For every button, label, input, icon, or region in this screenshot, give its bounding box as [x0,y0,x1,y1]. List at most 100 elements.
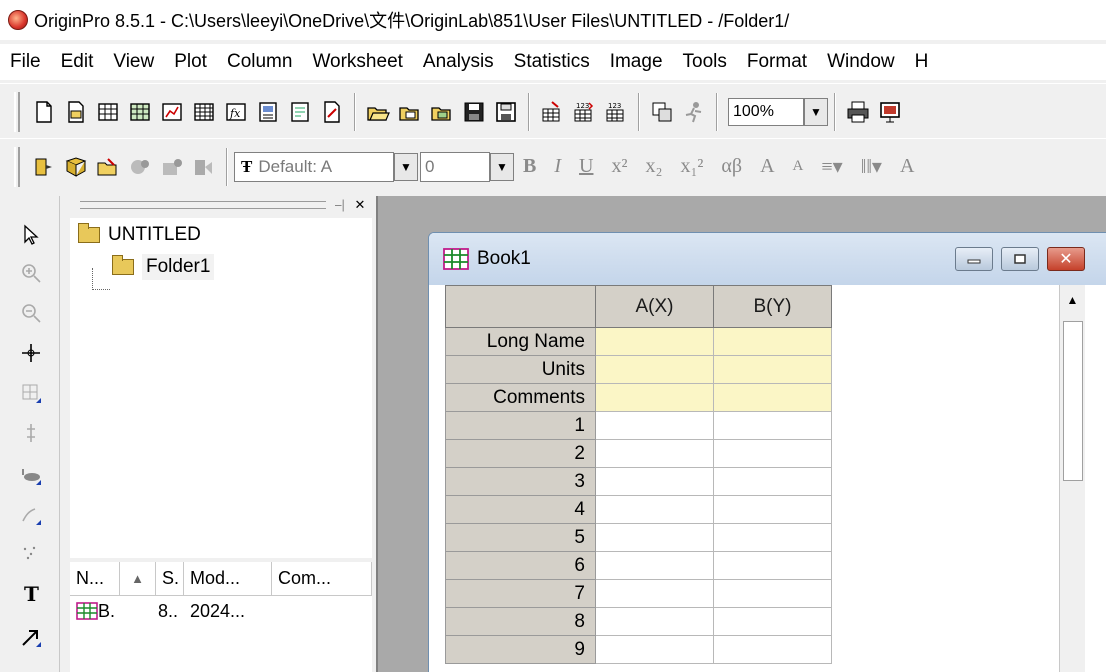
new-project-icon[interactable] [30,98,58,126]
row-header[interactable]: 7 [445,579,596,608]
slideshow-icon[interactable] [876,98,904,126]
menu-plot[interactable]: Plot [164,44,217,80]
menu-worksheet[interactable]: Worksheet [302,44,412,80]
print-icon[interactable] [844,98,872,126]
explorer-grip[interactable] [80,201,326,209]
font-size-dropdown-icon[interactable]: ▼ [490,152,514,181]
row-header[interactable]: 8 [445,607,596,636]
vertical-scrollbar[interactable]: ▲ [1059,285,1085,672]
open-icon[interactable] [364,98,392,126]
zoom-out-icon[interactable] [14,296,48,330]
cell[interactable] [713,551,832,580]
sort-arrow-icon[interactable]: ▲ [120,562,156,595]
greek-button[interactable]: αβ [721,155,742,178]
cell[interactable] [713,523,832,552]
explorer-close-icon[interactable]: ✕ [352,197,368,213]
close-button[interactable]: ✕ [1047,247,1085,271]
zoom-select[interactable]: 100% [728,97,804,126]
workbook-window[interactable]: Book1 ✕ A(X) B(Y) Long Name Units Commen… [428,232,1106,672]
workbook-title-bar[interactable]: Book1 ✕ [429,233,1106,285]
data-reader-icon[interactable] [14,416,48,450]
cell-a-comments[interactable] [595,383,714,412]
open-excel-icon[interactable] [428,98,456,126]
new-matrix-icon[interactable] [190,98,218,126]
select-all-corner[interactable] [445,285,596,328]
cell-a-long-name[interactable] [595,327,714,356]
pointer-icon[interactable] [14,218,48,252]
menu-help[interactable]: H [905,44,939,80]
menu-image[interactable]: Image [600,44,673,80]
new-folder-icon[interactable] [62,98,90,126]
menu-tools[interactable]: Tools [673,44,737,80]
draw-data-icon[interactable] [14,498,48,532]
cell-a-units[interactable] [595,355,714,384]
column-header-b[interactable]: B(Y) [713,285,832,328]
cell[interactable] [713,495,832,524]
import-multiple-ascii-icon[interactable]: 123 [602,98,630,126]
font-select[interactable]: Ŧ Default: A [234,151,394,182]
cell[interactable] [595,607,714,636]
list-item[interactable]: B. 8.. 2024... [70,596,372,626]
menu-format[interactable]: Format [737,44,817,80]
font-color-icon[interactable]: A [900,155,914,178]
menu-window[interactable]: Window [817,44,905,80]
row-label-long-name[interactable]: Long Name [445,327,596,356]
menu-statistics[interactable]: Statistics [504,44,600,80]
new-layout-icon[interactable] [254,98,282,126]
scroll-up-icon[interactable]: ▲ [1060,285,1085,315]
new-scatter-icon[interactable] [318,98,346,126]
row-header[interactable]: 3 [445,467,596,496]
recalculate-icon[interactable] [680,98,708,126]
open-folder-tools-icon[interactable] [94,153,122,181]
superscript-button[interactable]: x² [611,155,627,178]
cell[interactable] [595,551,714,580]
menu-view[interactable]: View [103,44,164,80]
minimize-button[interactable] [955,247,993,271]
new-function-icon[interactable]: fx [222,98,250,126]
tree-item-folder1[interactable]: Folder1 [112,254,215,280]
underline-button[interactable]: U [579,155,593,178]
save-template-icon[interactable] [492,98,520,126]
new-workbook-icon[interactable] [94,98,122,126]
cell-b-units[interactable] [713,355,832,384]
cell[interactable] [713,467,832,496]
cell-b-long-name[interactable] [713,327,832,356]
column-comments-header[interactable]: Com... [272,562,372,595]
region-mask-icon[interactable] [14,458,48,492]
new-excel-icon[interactable] [126,98,154,126]
toolbar-grip[interactable] [14,91,20,132]
menu-analysis[interactable]: Analysis [413,44,504,80]
cell[interactable] [595,635,714,664]
cell[interactable] [595,467,714,496]
save-icon[interactable] [460,98,488,126]
row-header[interactable]: 4 [445,495,596,524]
zoom-dropdown-icon[interactable]: ▼ [804,97,828,126]
cell[interactable] [713,579,832,608]
row-header[interactable]: 6 [445,551,596,580]
data-selector-icon[interactable] [14,376,48,410]
maximize-button[interactable] [1001,247,1039,271]
cell[interactable] [595,411,714,440]
tree-item-untitled[interactable]: UNTITLED [78,223,201,246]
duplicate-icon[interactable] [648,98,676,126]
menu-file[interactable]: File [0,44,51,80]
cell[interactable] [595,579,714,608]
cell[interactable] [595,495,714,524]
row-header[interactable]: 1 [445,411,596,440]
import-single-ascii-icon[interactable]: 123 [570,98,598,126]
subscript-button[interactable]: x₂ [645,155,662,178]
cell[interactable] [713,607,832,636]
font-dropdown-icon[interactable]: ▼ [394,152,418,181]
add-data-icon[interactable] [62,153,90,181]
cell[interactable] [713,635,832,664]
menu-column[interactable]: Column [217,44,302,80]
row-header[interactable]: 9 [445,635,596,664]
font-size-select[interactable]: 0 [420,151,490,182]
cell[interactable] [713,411,832,440]
supersubscript-button[interactable]: x₁² [680,155,703,178]
pattern-icon[interactable]: ‖‖▾ [861,154,882,179]
cell[interactable] [713,439,832,468]
column-modified-header[interactable]: Mod... [184,562,272,595]
align-icon[interactable]: ≡▾ [821,154,842,179]
zoom-in-icon[interactable] [14,256,48,290]
